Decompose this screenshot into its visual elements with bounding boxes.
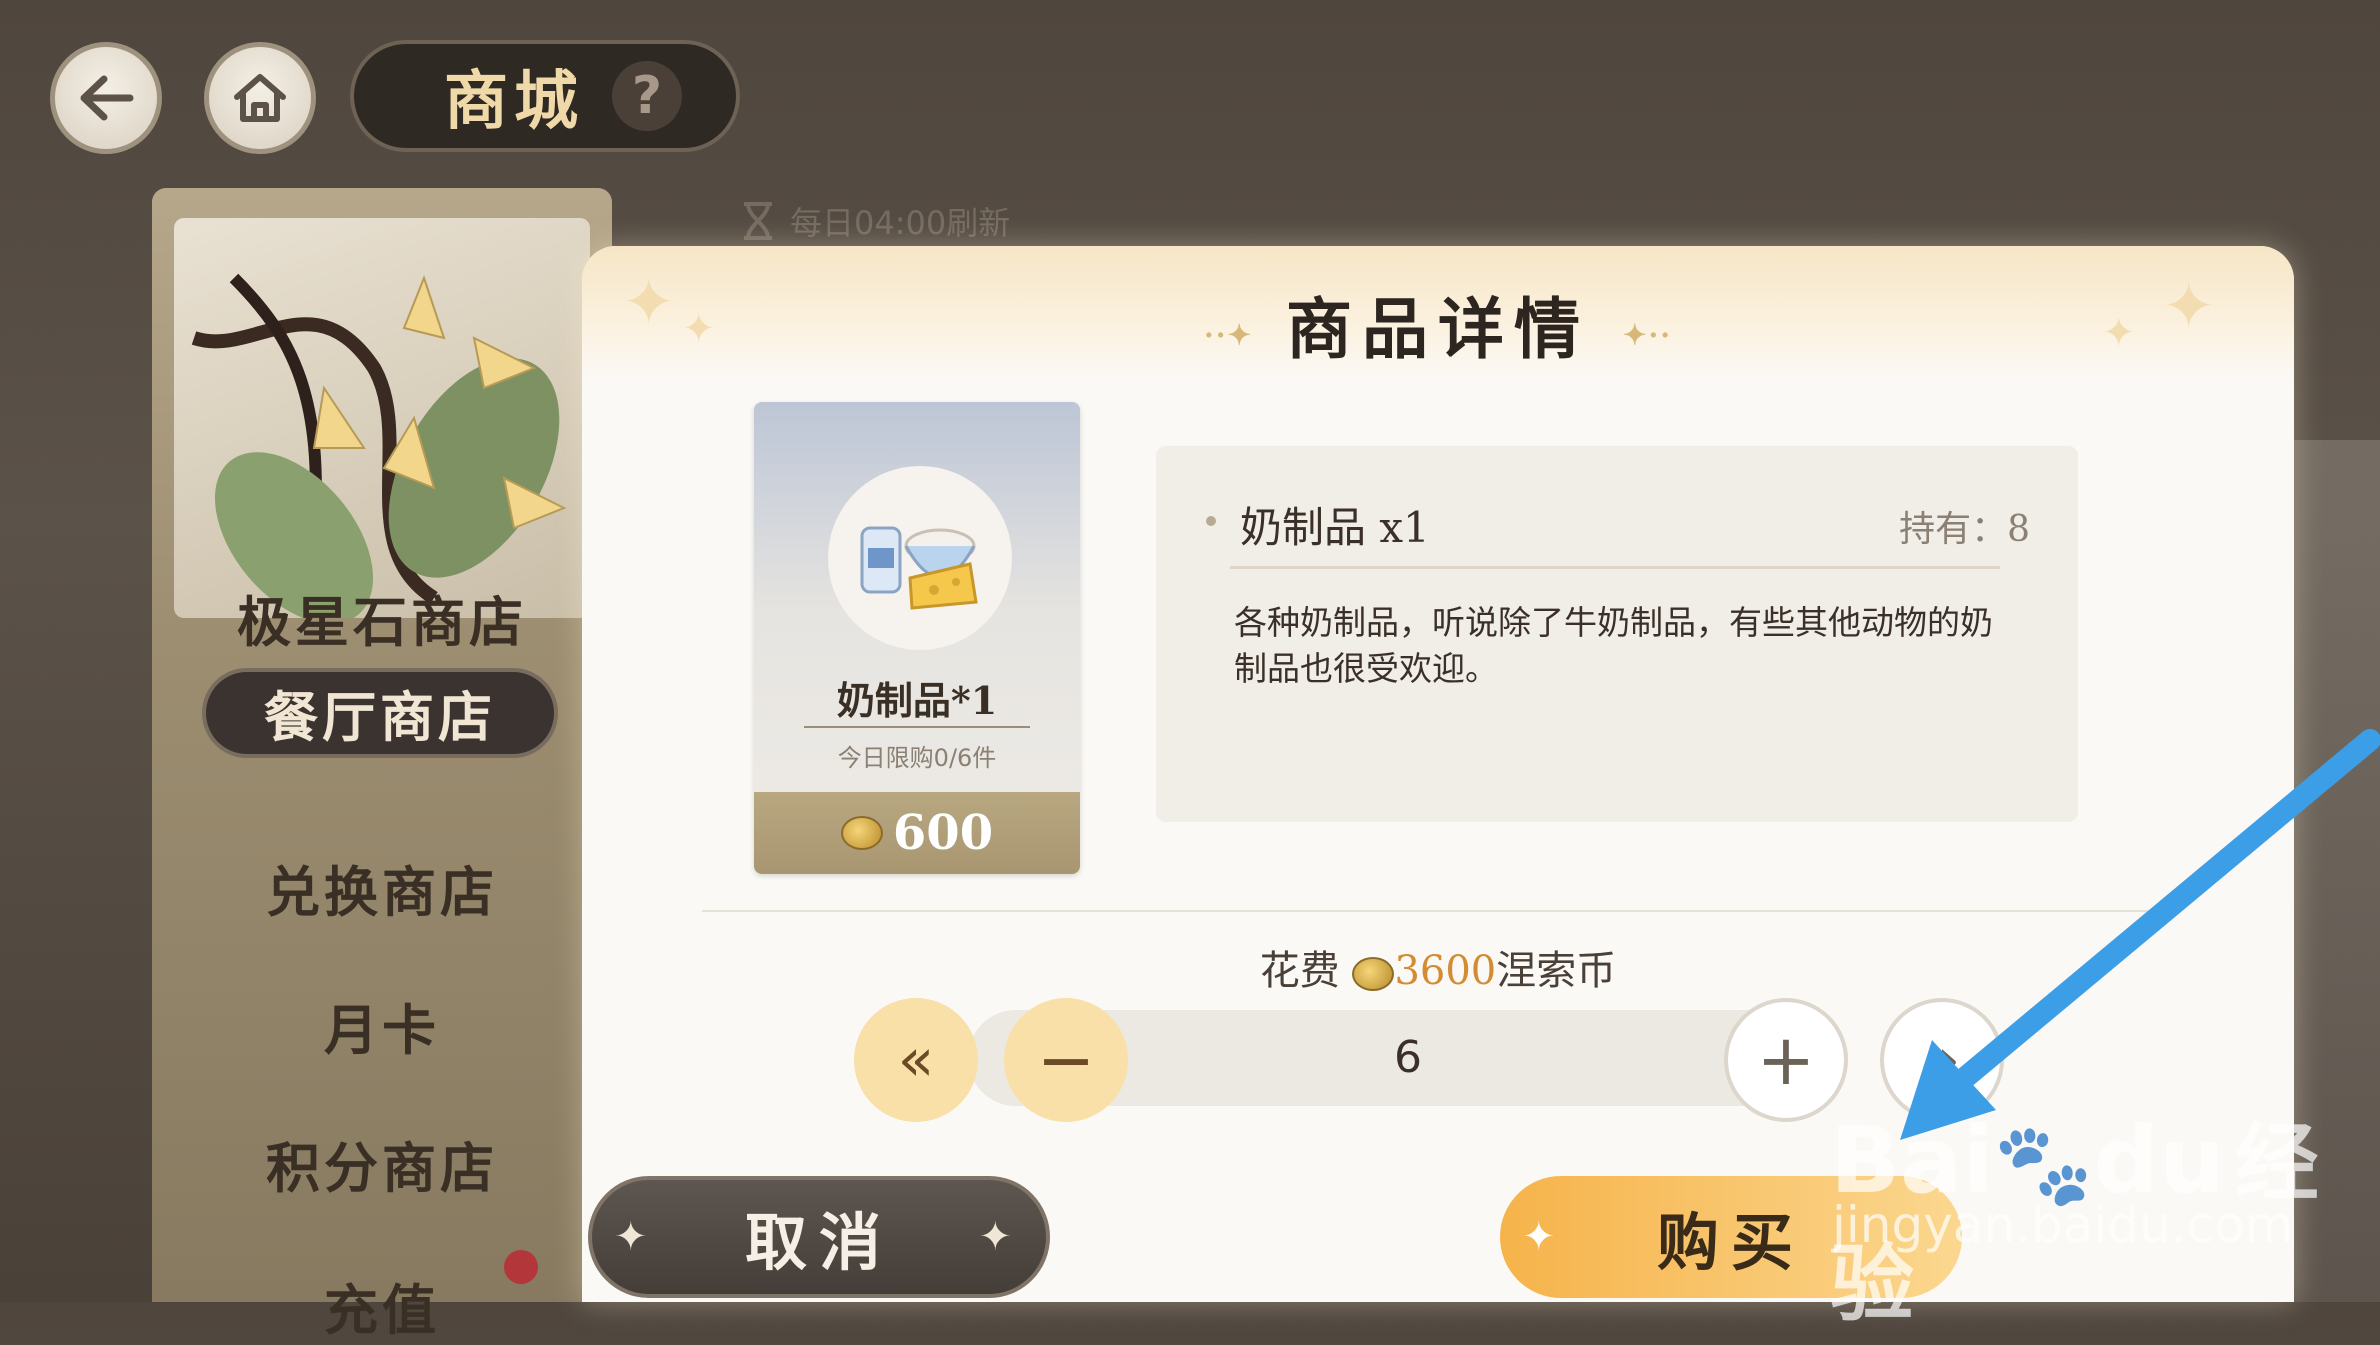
hourglass-icon <box>744 202 772 240</box>
sidebar-item-restaurant-shop[interactable]: 餐厅商店 <box>202 668 558 758</box>
item-name-text: 奶制品 x1 <box>1240 503 1430 552</box>
item-card-name: 奶制品*1 <box>836 678 998 723</box>
item-price: 600 <box>754 792 1080 874</box>
coin-icon <box>1352 957 1395 991</box>
item-card: 奶制品*1 今日限购0/6件 600 <box>754 402 1080 874</box>
sparkle-icon: ✦ <box>1522 1214 1568 1260</box>
item-info-panel: 奶制品 x1 持有：8 各种奶制品，听说除了牛奶制品，有些其他动物的奶制品也很受… <box>1156 446 2078 822</box>
item-info-name: 奶制品 x1 <box>1204 494 1430 555</box>
cost-amount: 3600 <box>1394 948 1497 994</box>
sidebar-item-stellar-jade-shop[interactable]: 极星石商店 <box>152 578 612 657</box>
back-arrow-icon <box>80 75 134 121</box>
page-title: 商城 <box>444 64 584 139</box>
cancel-button[interactable]: ✦ 取消 ✦ <box>588 1176 1050 1298</box>
item-price-value: 600 <box>892 805 994 861</box>
cancel-label: 取消 <box>744 1206 893 1279</box>
dairy-products-icon <box>860 526 978 610</box>
back-button[interactable] <box>50 42 162 154</box>
sidebar-item-points-shop[interactable]: 积分商店 <box>152 1124 612 1203</box>
divider <box>1230 566 2000 569</box>
help-button[interactable]: ? <box>612 61 682 131</box>
purchase-limit: 今日限购0/6件 <box>837 744 997 772</box>
title-ornament-right-icon: ✦·· <box>1622 318 1672 352</box>
sparkle-icon: ✦ <box>978 1214 1024 1260</box>
minus-icon: − <box>1036 1019 1096 1101</box>
watermark-url: jingyan.baidu.com <box>1832 1196 2294 1254</box>
home-button[interactable] <box>204 42 316 154</box>
notification-dot <box>504 1250 538 1284</box>
divider <box>804 726 1030 728</box>
sidebar-item-exchange-shop[interactable]: 兑换商店 <box>152 848 612 927</box>
dialog-title: 商品详情 <box>1286 290 1590 368</box>
double-chevron-left-icon: « <box>897 1025 935 1095</box>
dialog-title-row: ··✦ 商品详情 ✦·· <box>582 276 2294 372</box>
coin-icon <box>840 816 883 850</box>
page-title-bar: 商城 ? <box>350 40 740 152</box>
cost-label: 花费 <box>1259 948 1340 994</box>
sidebar-item-monthly-card[interactable]: 月卡 <box>152 986 612 1065</box>
owned-count: 持有：8 <box>1899 509 2030 550</box>
sidebar-item-recharge[interactable]: 充值 <box>152 1266 612 1345</box>
home-icon <box>234 74 286 122</box>
plus-icon: + <box>1756 1019 1816 1101</box>
min-quantity-button[interactable]: « <box>854 998 978 1122</box>
total-cost: 花费 3600涅索币 <box>582 938 2294 996</box>
item-description: 各种奶制品，听说除了牛奶制品，有些其他动物的奶制品也很受欢迎。 <box>1234 603 1993 688</box>
vanilla-flower-illustration <box>191 273 567 618</box>
title-ornament-left-icon: ··✦ <box>1204 318 1254 352</box>
refresh-text: 每日04:00刷新 <box>790 204 1011 242</box>
sidebar-banner-art <box>174 218 590 618</box>
shop-sidebar: 极星石商店 餐厅商店 兑换商店 月卡 积分商店 充值 <box>152 188 612 1342</box>
divider <box>702 910 2172 912</box>
dialog-header: ✦ ✦ ✦ ✦ ··✦ 商品详情 ✦·· <box>582 246 2294 378</box>
buy-label: 购买 <box>1656 1206 1805 1279</box>
decrease-quantity-button[interactable]: − <box>1004 998 1128 1122</box>
sparkle-icon: ✦ <box>614 1214 660 1260</box>
double-chevron-right-icon: » <box>1923 1025 1961 1095</box>
item-image <box>828 466 1012 650</box>
refresh-note: 每日04:00刷新 <box>740 198 1010 244</box>
cost-currency: 涅索币 <box>1496 948 1617 994</box>
